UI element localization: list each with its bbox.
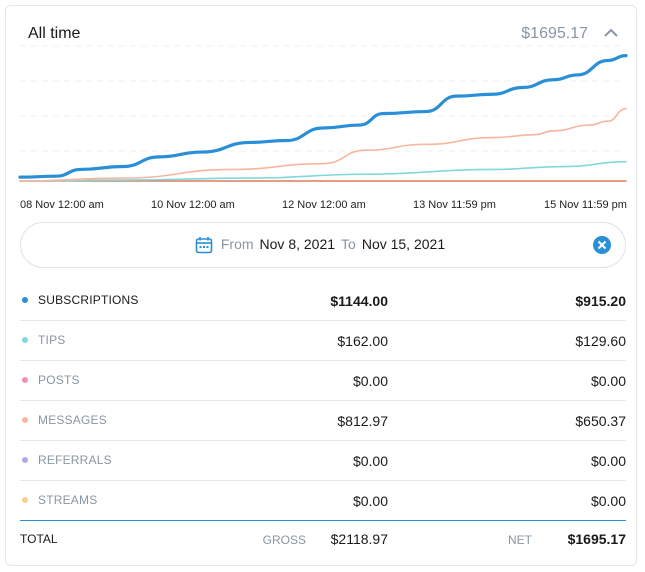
legend-dot bbox=[22, 337, 28, 343]
row-label: TIPS bbox=[38, 333, 66, 347]
from-date[interactable]: Nov 8, 2021 bbox=[260, 236, 336, 252]
calendar-icon[interactable] bbox=[195, 236, 213, 254]
total-label: TOTAL bbox=[20, 532, 58, 546]
row-gross: $812.97 bbox=[337, 413, 388, 429]
row-label: STREAMS bbox=[38, 493, 98, 507]
row-label: MESSAGES bbox=[38, 413, 107, 427]
gross-label: GROSS bbox=[262, 533, 306, 547]
legend-dot bbox=[22, 377, 28, 383]
to-label: To bbox=[341, 236, 356, 252]
breakdown-row-messages[interactable]: MESSAGES $812.97 $650.37 bbox=[20, 401, 626, 441]
earnings-card: All time $1695.17 08 Nov 12:00 am 10 Nov… bbox=[5, 5, 637, 566]
row-label: REFERRALS bbox=[38, 453, 112, 467]
breakdown-row-tips[interactable]: TIPS $162.00 $129.60 bbox=[20, 321, 626, 361]
row-gross: $0.00 bbox=[352, 453, 388, 469]
row-net: $0.00 bbox=[590, 453, 626, 469]
row-net: $650.37 bbox=[575, 413, 626, 429]
x-tick-label: 10 Nov 12:00 am bbox=[151, 199, 235, 211]
row-gross: $162.00 bbox=[337, 333, 388, 349]
row-net: $915.20 bbox=[575, 293, 626, 309]
legend-dot bbox=[22, 297, 28, 303]
earnings-chart bbox=[18, 45, 628, 182]
row-label: POSTS bbox=[38, 373, 80, 387]
breakdown-row-posts[interactable]: POSTS $0.00 $0.00 bbox=[20, 361, 626, 401]
row-net: $129.60 bbox=[575, 333, 626, 349]
breakdown-row-subscriptions[interactable]: SUBSCRIPTIONS $1144.00 $915.20 bbox=[20, 281, 626, 321]
breakdown-row-referrals[interactable]: REFERRALS $0.00 $0.00 bbox=[20, 441, 626, 481]
legend-dot bbox=[22, 457, 28, 463]
date-range-picker[interactable]: From Nov 8, 2021 To Nov 15, 2021 bbox=[20, 222, 626, 268]
row-label: SUBSCRIPTIONS bbox=[38, 293, 139, 307]
clear-range-icon[interactable] bbox=[593, 236, 611, 254]
x-tick-label: 13 Nov 11:59 pm bbox=[413, 199, 496, 211]
row-gross: $1144.00 bbox=[330, 293, 388, 309]
row-gross: $0.00 bbox=[352, 373, 388, 389]
to-date[interactable]: Nov 15, 2021 bbox=[362, 236, 445, 252]
x-tick-label: 15 Nov 11:59 pm bbox=[544, 199, 627, 211]
net-label: NET bbox=[508, 533, 532, 547]
x-tick-label: 12 Nov 12:00 am bbox=[282, 199, 366, 211]
earnings-breakdown: SUBSCRIPTIONS $1144.00 $915.20 TIPS $162… bbox=[20, 281, 626, 521]
from-label: From bbox=[220, 236, 254, 252]
row-net: $0.00 bbox=[590, 493, 626, 509]
total-row: TOTAL GROSS $2118.97 NET $1695.17 bbox=[20, 526, 626, 550]
breakdown-row-streams[interactable]: STREAMS $0.00 $0.00 bbox=[20, 481, 626, 521]
series-line bbox=[19, 107, 627, 182]
net-total: $1695.17 bbox=[567, 531, 626, 547]
legend-dot bbox=[22, 417, 28, 423]
row-net: $0.00 bbox=[590, 373, 626, 389]
row-gross: $0.00 bbox=[352, 493, 388, 509]
legend-dot bbox=[22, 497, 28, 503]
gross-total: $2118.97 bbox=[330, 531, 388, 547]
x-tick-label: 08 Nov 12:00 am bbox=[20, 199, 104, 211]
